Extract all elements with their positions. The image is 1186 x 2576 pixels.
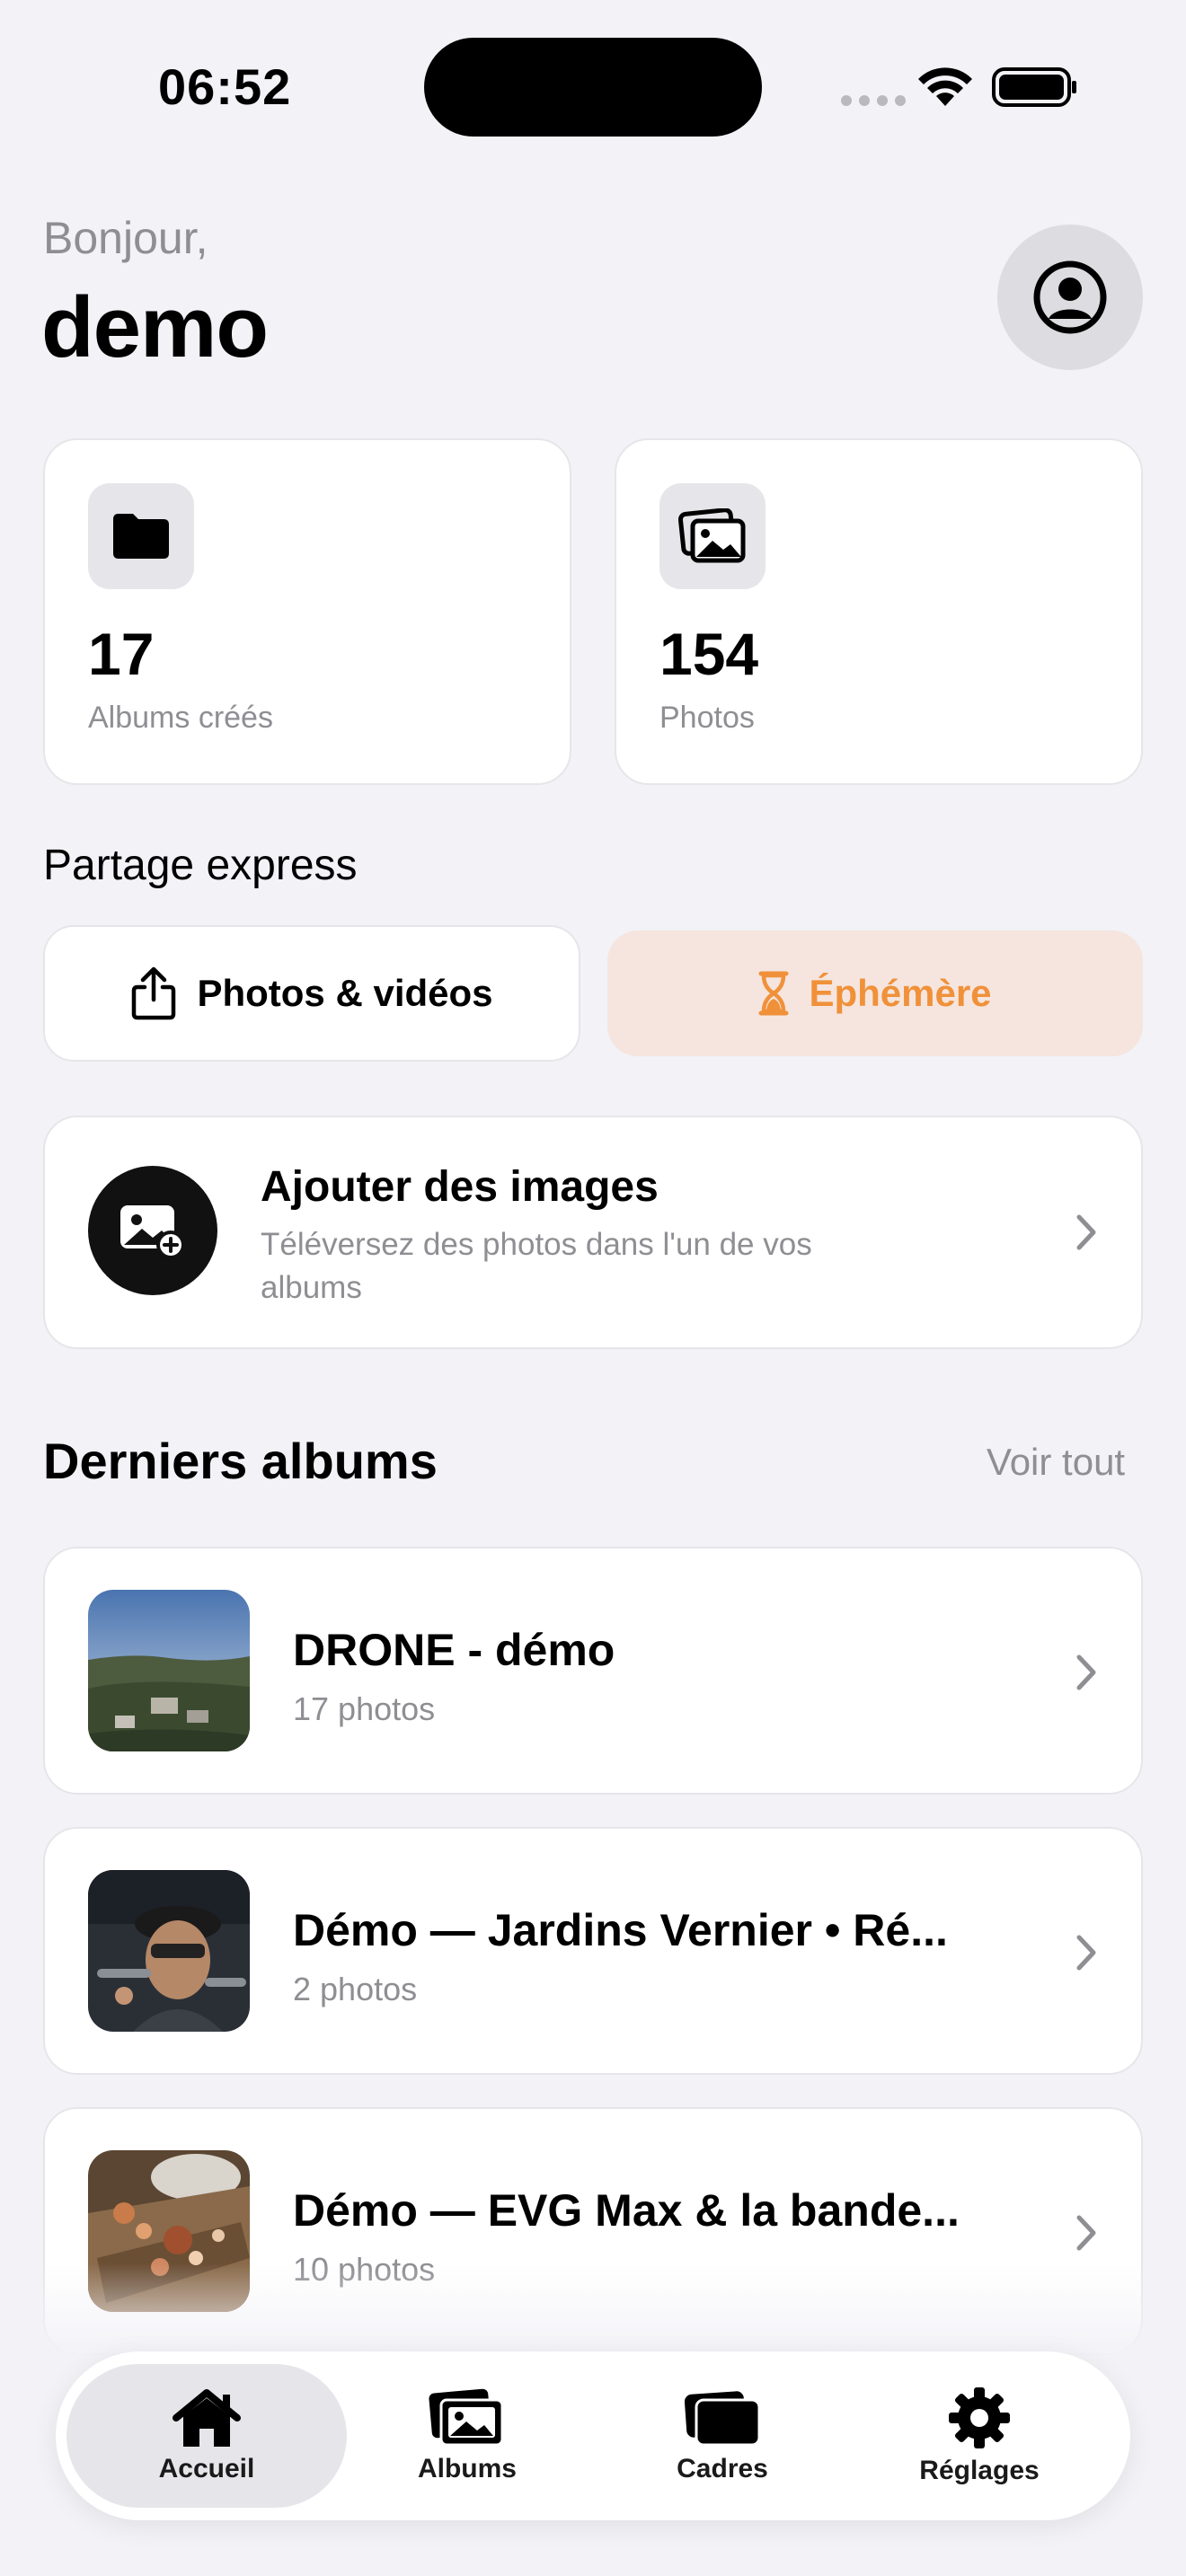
albums-count-label: Albums créés bbox=[88, 701, 273, 735]
ephemeral-share-button[interactable]: Éphémère bbox=[607, 931, 1143, 1056]
dynamic-island bbox=[424, 38, 762, 137]
chevron-right-icon bbox=[1076, 1214, 1096, 1250]
add-photo-icon bbox=[88, 1166, 217, 1295]
folder-icon bbox=[88, 483, 194, 589]
chevron-right-icon bbox=[1076, 2215, 1096, 2251]
share-photos-label: Photos & vidéos bbox=[197, 972, 493, 1014]
album-photo-count: 2 photos bbox=[293, 1971, 418, 2007]
album-name: Démo — Jardins Vernier • Ré... bbox=[293, 1905, 948, 1955]
album-photo-count: 17 photos bbox=[293, 1690, 436, 1727]
add-images-card[interactable]: Ajouter des images Téléversez des photos… bbox=[43, 1116, 1143, 1349]
username-title: demo bbox=[41, 279, 269, 375]
share-section-title: Partage express bbox=[43, 842, 358, 889]
person-circle-icon bbox=[1033, 260, 1107, 334]
frames-icon bbox=[684, 2391, 761, 2447]
battery-icon bbox=[992, 67, 1076, 107]
cellular-signal-icon bbox=[841, 95, 906, 106]
tab-frames-label: Cadres bbox=[677, 2454, 768, 2483]
photos-count-card: 154 Photos bbox=[615, 438, 1143, 785]
photos-icon bbox=[659, 483, 766, 589]
tab-albums[interactable]: Albums bbox=[341, 2351, 593, 2520]
chevron-right-icon bbox=[1076, 1935, 1096, 1971]
album-name: DRONE - démo bbox=[293, 1625, 615, 1675]
album-row[interactable]: Démo — Jardins Vernier • Ré... 2 photos bbox=[43, 1827, 1143, 2075]
tab-bar: Accueil Albums Cadres Réglages bbox=[56, 2351, 1130, 2520]
tab-settings[interactable]: Réglages bbox=[854, 2351, 1105, 2520]
share-photos-videos-button[interactable]: Photos & vidéos bbox=[43, 925, 580, 1062]
tab-settings-label: Réglages bbox=[919, 2456, 1040, 2485]
albums-count-card: 17 Albums créés bbox=[43, 438, 571, 785]
chevron-right-icon bbox=[1076, 1654, 1096, 1690]
gear-icon bbox=[949, 2387, 1010, 2448]
home-icon bbox=[173, 2389, 241, 2447]
share-icon bbox=[132, 966, 176, 1020]
ephemeral-label: Éphémère bbox=[809, 972, 992, 1014]
album-row[interactable]: DRONE - démo 17 photos bbox=[43, 1547, 1143, 1795]
album-name: Démo — EVG Max & la bande... bbox=[293, 2185, 960, 2236]
album-thumbnail-jardins bbox=[88, 1870, 250, 2032]
recent-albums-title: Derniers albums bbox=[43, 1433, 438, 1489]
photos-count-label: Photos bbox=[659, 701, 755, 735]
see-all-link[interactable]: Voir tout bbox=[987, 1441, 1125, 1484]
tab-home-label: Accueil bbox=[158, 2454, 255, 2483]
hourglass-icon bbox=[758, 971, 789, 1016]
add-images-title: Ajouter des images bbox=[261, 1163, 659, 1211]
photos-count-value: 154 bbox=[659, 621, 759, 687]
profile-button[interactable] bbox=[997, 225, 1143, 370]
albums-count-value: 17 bbox=[88, 621, 155, 687]
albums-icon bbox=[429, 2388, 504, 2447]
wifi-icon bbox=[918, 67, 972, 106]
tab-home[interactable]: Accueil bbox=[81, 2351, 332, 2520]
add-images-subtitle: Téléversez des photos dans l'un de vos a… bbox=[261, 1227, 812, 1305]
tab-albums-label: Albums bbox=[417, 2454, 517, 2483]
status-time: 06:52 bbox=[158, 58, 292, 115]
greeting-text: Bonjour, bbox=[43, 213, 208, 263]
album-thumbnail-drone bbox=[88, 1590, 250, 1751]
tab-frames[interactable]: Cadres bbox=[597, 2351, 848, 2520]
